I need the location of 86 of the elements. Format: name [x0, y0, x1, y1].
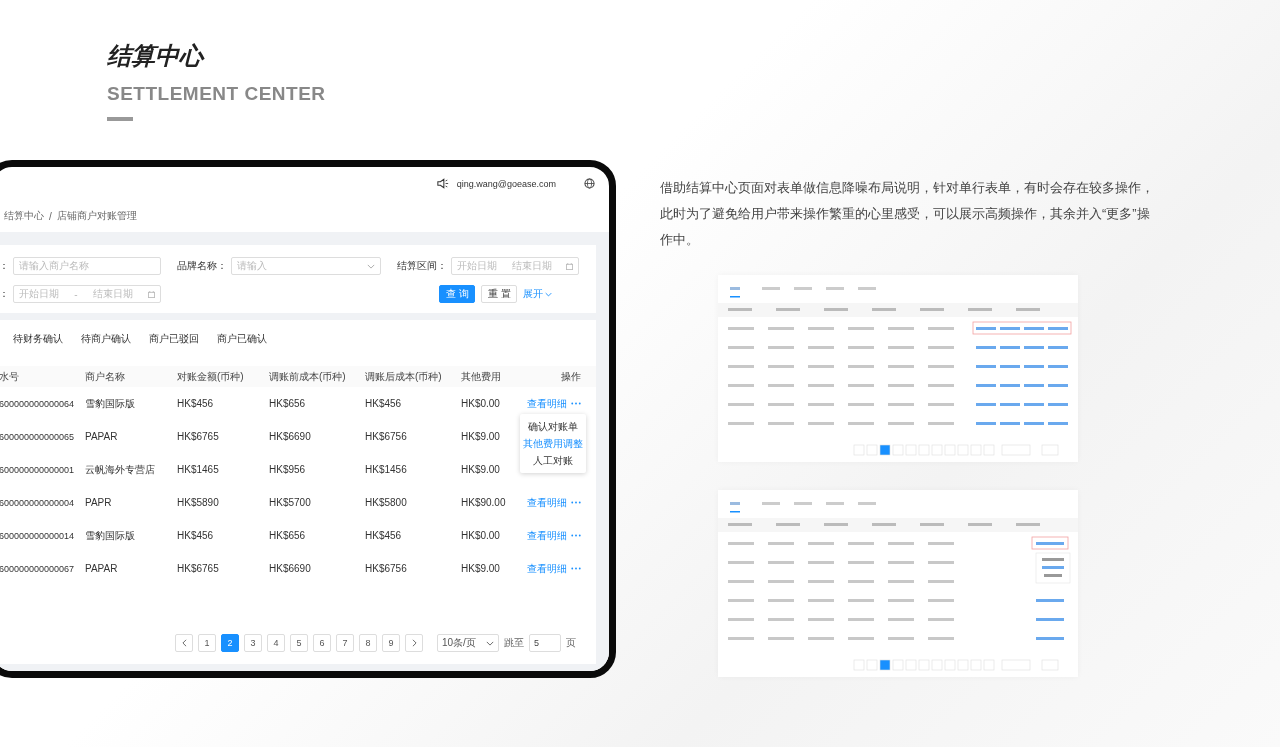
calendar-icon	[566, 262, 573, 270]
column-header: 商户名称	[85, 369, 126, 384]
more-icon[interactable]	[571, 534, 581, 537]
table-cell-text: HK$456	[177, 398, 215, 409]
menu-item[interactable]: 人工对账	[533, 452, 573, 469]
table-cell-text: PAPR	[85, 497, 113, 508]
table-cell-text: HK$6690	[269, 431, 312, 442]
filter-label: ：	[0, 287, 9, 301]
page-button[interactable]: 3	[244, 634, 262, 652]
filter-label: 品牌名称：	[176, 259, 227, 273]
table-cell-text: HK$6756	[365, 563, 408, 574]
table-cell-text: HK$956	[269, 464, 307, 475]
table-cell-text: PAPAR	[85, 563, 119, 574]
more-icon[interactable]	[571, 501, 581, 504]
table-cell-text: HK$656	[269, 398, 307, 409]
page-button[interactable]: 7	[336, 634, 354, 652]
status-tab[interactable]: 商户已驳回	[149, 328, 199, 352]
table-cell-text: PAPAR	[85, 431, 119, 442]
table-cell-text: HK$9.00	[461, 431, 501, 442]
table-cell-text: HK$5890	[177, 497, 220, 508]
table-cell-text: HK$6765	[177, 563, 220, 574]
page-button[interactable]: 6	[313, 634, 331, 652]
table-cell-text: HK$90.00	[461, 497, 507, 508]
table-cell-text: HK$9.00	[461, 464, 501, 475]
column-header: 对账金额(币种)	[177, 369, 245, 384]
jump-label: 跳至	[504, 636, 524, 650]
table-cell-text: HK$1465	[177, 464, 220, 475]
breadcrumb-link[interactable]: 结算中心	[4, 209, 44, 223]
filter-label: 结算区间：	[396, 259, 447, 273]
column-header: 调账后成本(币种)	[365, 369, 443, 384]
page-unit: 页	[566, 636, 576, 650]
breadcrumb-current: 店铺商户对账管理	[56, 209, 137, 223]
column-header: 操作	[560, 369, 582, 384]
globe-icon[interactable]	[584, 178, 595, 189]
page-subtitle: SETTLEMENT CENTER	[107, 82, 327, 106]
user-email[interactable]: qing.wang@goease.com	[456, 178, 556, 189]
page-button[interactable]: 5	[290, 634, 308, 652]
filter-label: ：	[0, 259, 9, 273]
table-cell-text: HK$456	[365, 398, 403, 409]
status-tab[interactable]: 待财务确认	[13, 328, 63, 352]
breadcrumb-separator: /	[49, 210, 52, 222]
table-cell-text: HK$0.00	[461, 530, 501, 541]
more-icon[interactable]	[571, 402, 581, 405]
table-cell-text: HK$456	[365, 530, 403, 541]
table-cell-text: HK$6765	[177, 431, 220, 442]
page-button[interactable]: 8	[359, 634, 377, 652]
table-cell-text: 600000000000001	[0, 464, 76, 475]
column-header: 其他费用	[461, 369, 502, 384]
more-icon[interactable]	[571, 567, 581, 570]
table-cell-text: HK$6690	[269, 563, 312, 574]
reset-button[interactable]: 重置	[481, 285, 517, 303]
page-button[interactable]: 9	[382, 634, 400, 652]
chevron-right-icon	[411, 639, 417, 647]
table-cell-text: HK$5800	[365, 497, 408, 508]
table-cell-text: 云帆海外专营店	[85, 462, 156, 477]
table-cell-text: HK$456	[177, 530, 215, 541]
status-tab[interactable]: 商户已确认	[217, 328, 267, 352]
table-cell-text: HK$1456	[365, 464, 408, 475]
speaker-icon[interactable]	[436, 178, 449, 189]
title-underline	[107, 117, 133, 121]
column-header: 调账前成本(币种)	[269, 369, 347, 384]
chevron-left-icon	[181, 639, 187, 647]
chevron-down-icon	[486, 640, 494, 646]
table-cell-text: 600000000000014	[0, 530, 76, 541]
status-tab[interactable]: 待商户确认	[81, 328, 131, 352]
table-cell-text: 600000000000067	[0, 563, 76, 574]
page-size-select[interactable]: 10条/页	[437, 634, 499, 652]
table-cell-text: HK$0.00	[461, 398, 501, 409]
table-cell-text: 雪豹国际版	[85, 528, 136, 543]
table-cell-text: HK$6756	[365, 431, 408, 442]
chevron-down-icon	[545, 291, 552, 297]
table-cell-text: HK$656	[269, 530, 307, 541]
table-cell-text: HK$5700	[269, 497, 312, 508]
table-cell-text: 600000000000065	[0, 431, 76, 442]
menu-item[interactable]: 确认对账单	[528, 418, 578, 435]
chevron-down-icon	[367, 263, 375, 269]
page-title: 结算中心	[107, 42, 206, 70]
table-cell-text: 雪豹国际版	[85, 396, 136, 411]
page-button[interactable]: 4	[267, 634, 285, 652]
page-button[interactable]: 1	[198, 634, 216, 652]
description-text: 借助结算中心页面对表单做信息降噪布局说明，针对单行表单，有时会存在较多操作，此时为了避免给用户带来操作繁重的心里感受，可以展示高频操作，其余并入“更多”操作中。	[660, 179, 1154, 249]
table-cell-text: 600000000000064	[0, 398, 76, 409]
table-cell-text: 600000000000004	[0, 497, 76, 508]
page-jump-field[interactable]: 5	[529, 634, 561, 652]
calendar-icon	[148, 290, 155, 298]
table-cell-text: HK$9.00	[461, 563, 501, 574]
